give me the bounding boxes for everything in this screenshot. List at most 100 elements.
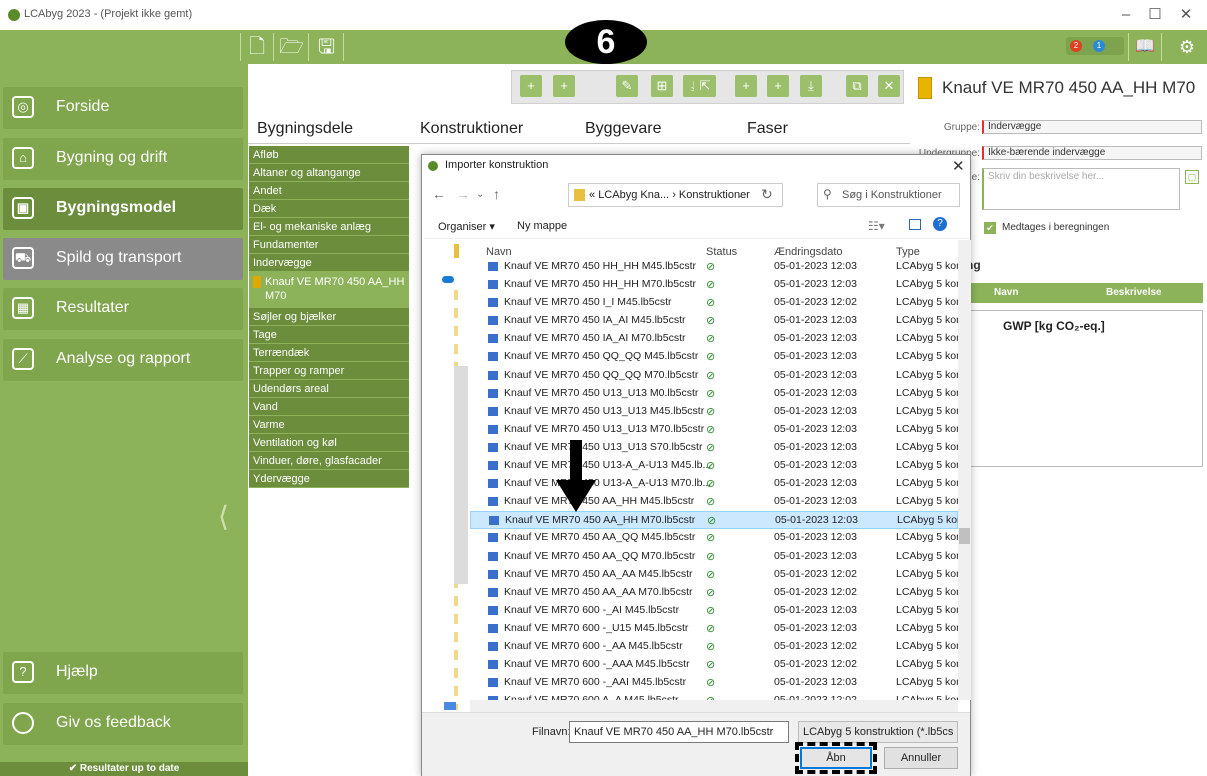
list-item[interactable]: Vand — [249, 398, 409, 416]
close-icon[interactable]: ✕ — [952, 157, 965, 175]
list-item[interactable]: Tage — [249, 326, 409, 344]
file-row[interactable]: Knauf VE MR70 450 AA_QQ M45.lb5cstr ⊘ 05-0… — [470, 529, 958, 547]
file-row[interactable]: Knauf VE MR70 450 AA_AA M45.lb5cstr ⊘ 05-0… — [470, 566, 958, 584]
maximize-button[interactable]: ☐ — [1141, 4, 1169, 26]
file-row[interactable]: Knauf VE MR70 450 AA_AA M70.lb5cstr ⊘ 05-0… — [470, 584, 958, 602]
open-folder-icon[interactable]: 🗁 — [275, 33, 309, 61]
back-icon[interactable]: ← — [432, 186, 446, 202]
up-icon[interactable]: ↑ — [493, 186, 500, 202]
sidebar-item-spild-og-transport[interactable]: ⛟ Spild og transport — [3, 238, 243, 280]
file-row[interactable]: Knauf VE MR70 450 U13-A_A-U13 M70.lb... ⊘… — [470, 475, 958, 493]
sidebar-item-forside[interactable]: ◎ Forside — [3, 87, 243, 129]
new-file-icon[interactable]: 🗋 — [240, 33, 274, 61]
settings-gear-icon[interactable]: ⚙ — [1170, 33, 1204, 61]
list-item[interactable]: Vinduer, døre, glasfacader — [249, 452, 409, 470]
file-row[interactable]: Knauf VE MR70 450 AA_QQ M70.lb5cstr ⊘ 05-0… — [470, 548, 958, 566]
address-dropdown-icon[interactable]: ⌄ — [736, 189, 744, 200]
help-button[interactable]: ? Hjælp — [3, 652, 243, 694]
cancel-button[interactable]: Annuller — [884, 747, 958, 769]
tree-scrollbar[interactable] — [454, 366, 468, 584]
add-icon[interactable]: + — [520, 75, 542, 97]
cloud-icon[interactable] — [442, 276, 454, 283]
file-row[interactable]: Knauf VE MR70 450 HH_HH M70.lb5cstr ⊘ 05-0… — [470, 276, 958, 294]
recent-dropdown-icon[interactable]: ⌄ — [476, 189, 484, 200]
file-row[interactable]: Knauf VE MR70 450 IA_AI M45.lb5cstr ⊘ 05-0… — [470, 312, 958, 330]
file-row[interactable]: Knauf VE MR70 450 U13_U13 M45.lb5cstr ⊘ 05… — [470, 403, 958, 421]
list-item[interactable]: Søjler og bjælker — [249, 308, 409, 326]
list-item[interactable]: Trapper og ramper — [249, 362, 409, 380]
sidebar-item-bygningsmodel[interactable]: ▣ Bygningsmodel — [3, 188, 243, 230]
help-icon[interactable]: ? — [933, 217, 947, 231]
folder-icon[interactable] — [454, 244, 459, 258]
list-item[interactable]: Terrændæk — [249, 344, 409, 362]
list-item[interactable]: Varme — [249, 416, 409, 434]
file-row[interactable]: Knauf VE MR70 450 U13_U13 S70.lb5cstr ⊘ 05… — [470, 439, 958, 457]
expand-icon[interactable]: ▢ — [1185, 170, 1199, 184]
filename-input[interactable]: Knauf VE MR70 450 AA_HH M70.lb5cstr — [569, 721, 789, 743]
add-sub-icon[interactable]: + — [553, 75, 575, 97]
forward-icon[interactable]: → — [456, 186, 470, 202]
save-icon[interactable]: 🖫 — [310, 33, 344, 61]
new-folder-button[interactable]: Ny mappe — [517, 220, 567, 232]
copy-icon[interactable]: ⧉ — [846, 75, 868, 97]
list-item[interactable]: Afløb — [249, 146, 409, 164]
file-row[interactable]: Knauf VE MR70 450 AA_HH M45.lb5cstr ⊘ 05-0… — [470, 493, 958, 511]
open-button[interactable]: Åbn — [795, 742, 877, 774]
header-type[interactable]: Type — [896, 246, 920, 258]
view-options-icon[interactable]: ☷▾ — [868, 219, 885, 233]
book-icon[interactable]: 📖 — [1128, 33, 1162, 61]
tree-icon[interactable]: ⊞ — [651, 75, 673, 97]
organiser-button[interactable]: Organiser ▾ — [438, 220, 495, 233]
file-row[interactable]: Knauf VE MR70 600 A_A M45.lb5cstr⊘05-01-… — [470, 692, 958, 700]
search-input[interactable]: Søg i Konstruktioner — [817, 183, 960, 207]
feedback-button[interactable]: Giv os feedback — [3, 703, 243, 745]
delete-icon[interactable]: ✕ — [878, 75, 900, 97]
list-item[interactable]: Altaner og altangange — [249, 164, 409, 182]
file-row[interactable]: Knauf VE MR70 450 U13_U13 M0.lb5cstr ⊘ 05-… — [470, 385, 958, 403]
list-scrollbar[interactable] — [958, 240, 971, 700]
file-row-selected[interactable]: Knauf VE MR70 450 AA_HH M70.lb5cstr ⊘ 05-0… — [470, 511, 958, 530]
file-row[interactable]: Knauf VE MR70 600 -_AI M45.lb5cstr ⊘ 05-01… — [470, 602, 958, 620]
add-byggevare-icon[interactable]: + — [735, 75, 757, 97]
collapse-sidebar-icon[interactable]: ⟨ — [218, 500, 229, 533]
edit-icon[interactable]: ✎ — [616, 75, 638, 97]
header-status[interactable]: Status — [706, 246, 737, 258]
refresh-icon[interactable]: ↻ — [761, 186, 773, 203]
file-row[interactable]: Knauf VE MR70 450 QQ_QQ M45.lb5cstr ⊘ 05-0… — [470, 348, 958, 366]
file-row[interactable]: Knauf VE MR70 450 QQ_QQ M70.lb5cstr ⊘ 05-0… — [470, 367, 958, 385]
file-row[interactable]: Knauf VE MR70 600 -_AA M45.lb5cstr ⊘ 05-01… — [470, 638, 958, 656]
minimize-button[interactable]: – — [1112, 4, 1140, 26]
header-navn[interactable]: Navn — [486, 246, 512, 258]
list-item[interactable]: Ydervægge — [249, 470, 409, 488]
list-item[interactable]: Fundamenter — [249, 236, 409, 254]
sidebar-item-analyse-og-rapport[interactable]: ⟋ Analyse og rapport — [3, 339, 243, 381]
header-date[interactable]: Ændringsdato — [774, 246, 843, 258]
export-icon[interactable]: ⇱ — [694, 75, 716, 97]
sidebar-item-resultater[interactable]: ▦ Resultater — [3, 288, 243, 330]
list-item[interactable]: Indervægge — [249, 254, 409, 272]
file-row[interactable]: Knauf VE MR70 600 -_AAI M45.lb5cstr ⊘ 05-0… — [470, 674, 958, 692]
list-item[interactable]: Andet — [249, 182, 409, 200]
gruppe-field[interactable]: Indervægge — [982, 120, 1202, 134]
sidebar-item-bygning-og-drift[interactable]: ⌂ Bygning og drift — [3, 138, 243, 180]
list-item[interactable]: Dæk — [249, 200, 409, 218]
list-item[interactable]: Udendørs areal — [249, 380, 409, 398]
list-item[interactable]: El- og mekaniske anlæg — [249, 218, 409, 236]
import-byggevare-icon[interactable]: ⤓ — [800, 75, 822, 97]
list-item-selected[interactable]: Knauf VE MR70 450 AA_HH M70 — [249, 272, 409, 308]
filetype-select[interactable]: LCAbyg 5 konstruktion (*.lb5cs — [798, 721, 958, 743]
medtages-checkbox[interactable]: ✔ — [984, 222, 996, 234]
file-row[interactable]: Knauf VE MR70 450 I_I M45.lb5cstr ⊘ 05-01-… — [470, 294, 958, 312]
address-bar[interactable]: « LCAbyg Kna... › Konstruktioner — [568, 183, 783, 207]
list-item[interactable]: Ventilation og køl — [249, 434, 409, 452]
pc-icon[interactable] — [444, 702, 456, 710]
file-row[interactable]: Knauf VE MR70 450 U13_U13 M70.lb5cstr ⊘ 05… — [470, 421, 958, 439]
file-row[interactable]: Knauf VE MR70 450 HH_HH M45.lb5cstr ⊘ 05-0… — [470, 258, 958, 276]
file-row[interactable]: Knauf VE MR70 450 IA_AI M70.lb5cstr ⊘ 05-0… — [470, 330, 958, 348]
beskrivelse-field[interactable]: Skriv din beskrivelse her... — [982, 168, 1180, 210]
file-row[interactable]: Knauf VE MR70 600 -_U15 M45.lb5cstr ⊘ 05-0… — [470, 620, 958, 638]
undergruppe-field[interactable]: Ikke-bærende indervægge — [982, 146, 1202, 160]
preview-pane-icon[interactable] — [909, 219, 921, 230]
scrollbar-thumb[interactable] — [959, 528, 970, 544]
breadcrumb-1[interactable]: LCAbyg Kna... — [598, 189, 669, 201]
